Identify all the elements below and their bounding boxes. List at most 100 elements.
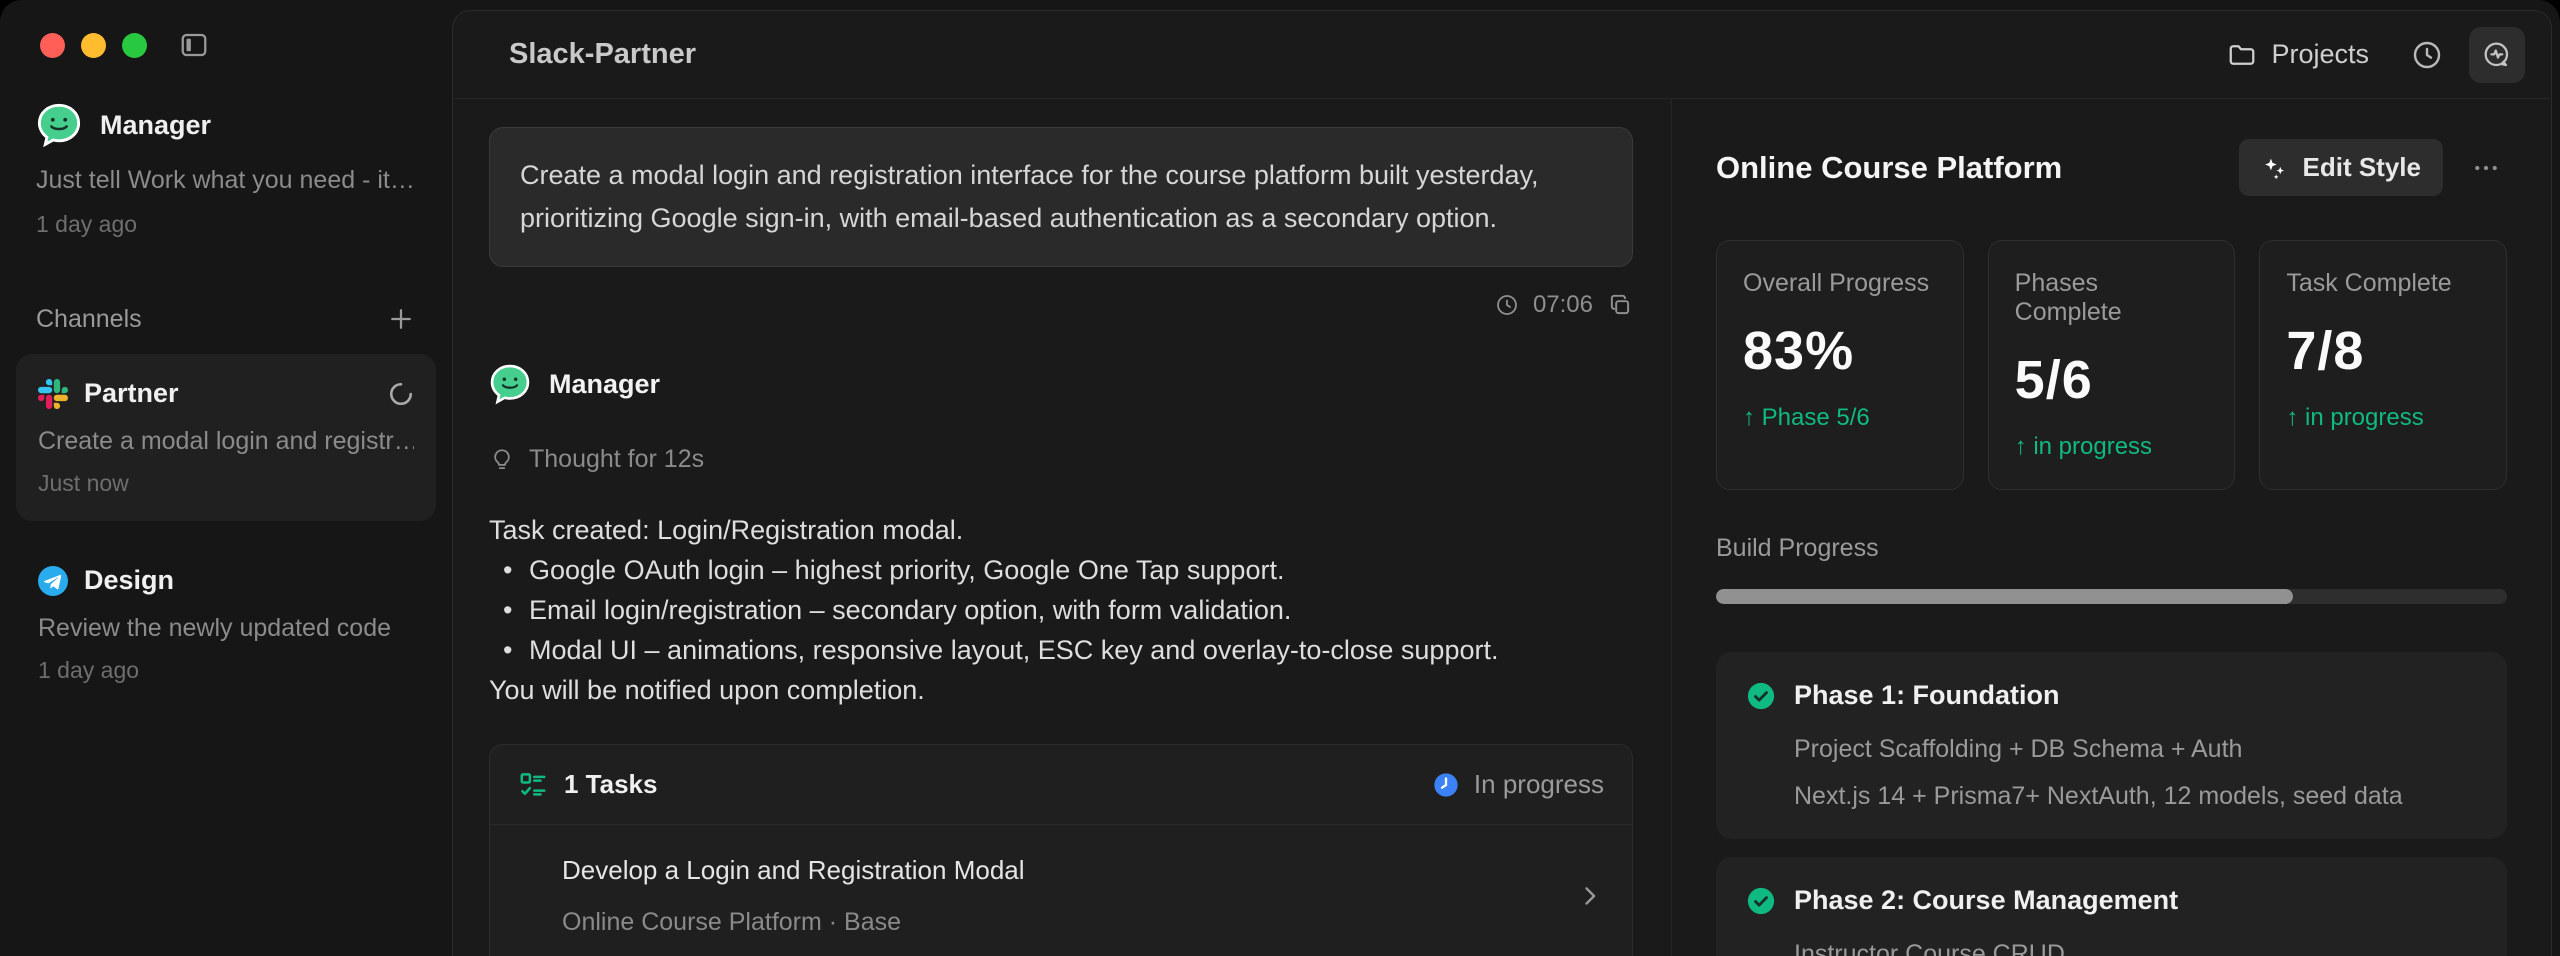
bullet-item: Email login/registration – secondary opt… xyxy=(503,590,1633,630)
task-title: Develop a Login and Registration Modal xyxy=(562,855,1025,886)
sidebar-item-partner[interactable]: Partner Create a modal login and registr… xyxy=(16,354,436,521)
sidebar-item-design[interactable]: Design Review the newly updated code 1 d… xyxy=(16,541,436,708)
response-bullets: Google OAuth login – highest priority, G… xyxy=(489,550,1633,670)
phase-card-1[interactable]: Phase 1: Foundation Project Scaffolding … xyxy=(1716,652,2507,839)
edit-style-label: Edit Style xyxy=(2303,152,2421,183)
task-status-badge: In progress xyxy=(1432,769,1604,800)
header-actions: Projects xyxy=(2211,27,2525,83)
project-panel-header: Online Course Platform Edit Style xyxy=(1716,139,2507,196)
manager-time: 1 day ago xyxy=(36,211,416,238)
message-meta: 07:06 xyxy=(489,291,1633,319)
clock-icon xyxy=(2411,39,2443,71)
thought-label: Thought for 12s xyxy=(529,445,704,474)
projects-button[interactable]: Projects xyxy=(2211,27,2385,82)
phase-line1: Instructor Course CRUD xyxy=(1794,940,2477,956)
app-window: Manager Just tell Work what you need - i… xyxy=(0,0,2560,956)
channel-subtitle: Create a modal login and registr… xyxy=(38,427,414,456)
stat-card-phases-complete: Phases Complete 5/6 ↑ in progress xyxy=(1988,240,2236,490)
manager-entry[interactable]: Manager Just tell Work what you need - i… xyxy=(0,102,452,238)
task-card-header: 1 Tasks In progress xyxy=(490,745,1632,825)
check-circle-icon xyxy=(1746,681,1776,711)
phase-list: Phase 1: Foundation Project Scaffolding … xyxy=(1716,652,2507,956)
channels-label: Channels xyxy=(36,305,142,334)
user-message: Create a modal login and registration in… xyxy=(489,127,1633,267)
manager-name: Manager xyxy=(100,110,211,141)
sidebar-toggle-icon[interactable] xyxy=(177,28,211,62)
channel-time: Just now xyxy=(38,470,414,497)
build-progress-fill xyxy=(1716,589,2293,604)
task-meta: Online Course Platform · Base xyxy=(562,908,1025,937)
zoom-window-button[interactable] xyxy=(122,33,147,58)
sidebar: Manager Just tell Work what you need - i… xyxy=(0,0,452,956)
titlebar xyxy=(0,0,452,90)
minimize-window-button[interactable] xyxy=(81,33,106,58)
main-header: Slack-Partner Projects xyxy=(453,11,2551,99)
task-row[interactable]: Develop a Login and Registration Modal O… xyxy=(490,825,1632,956)
bullet-item: Google OAuth login – highest priority, G… xyxy=(503,550,1633,590)
copy-icon[interactable] xyxy=(1607,292,1633,318)
stat-delta: ↑ Phase 5/6 xyxy=(1743,404,1937,432)
manager-avatar-icon xyxy=(36,102,82,148)
project-panel: Online Course Platform Edit Style xyxy=(1671,99,2551,956)
channel-subtitle: Review the newly updated code xyxy=(38,614,414,643)
task-list-icon xyxy=(518,770,548,800)
phase-card-2[interactable]: Phase 2: Course Management Instructor Co… xyxy=(1716,857,2507,956)
thought-row[interactable]: Thought for 12s xyxy=(489,445,1633,474)
project-title: Online Course Platform xyxy=(1716,150,2062,186)
build-progress-bar xyxy=(1716,589,2507,604)
stat-value: 5/6 xyxy=(2015,349,2209,411)
task-status-label: In progress xyxy=(1474,769,1604,800)
in-progress-clock-icon xyxy=(1432,771,1460,799)
agent-name: Manager xyxy=(549,369,660,400)
agent-header: Manager xyxy=(489,363,1633,405)
more-options-button[interactable] xyxy=(2465,147,2507,189)
close-window-button[interactable] xyxy=(40,33,65,58)
channels-header: Channels xyxy=(0,304,452,334)
phase-title: Phase 1: Foundation xyxy=(1794,680,2060,711)
task-card: 1 Tasks In progress xyxy=(489,744,1633,956)
projects-label: Projects xyxy=(2271,39,2369,70)
folder-icon xyxy=(2227,40,2257,70)
channel-name-partner: Partner xyxy=(84,378,372,409)
stat-value: 7/8 xyxy=(2286,320,2480,382)
response-intro: Task created: Login/Registration modal. xyxy=(489,510,1633,550)
chat-area: Create a modal login and registration in… xyxy=(453,99,1671,956)
stat-card-overall-progress: Overall Progress 83% ↑ Phase 5/6 xyxy=(1716,240,1964,490)
channel-time: 1 day ago xyxy=(38,657,414,684)
stat-label: Phases Complete xyxy=(2015,269,2209,327)
message-timestamp: 07:06 xyxy=(1533,291,1593,319)
page-title: Slack-Partner xyxy=(509,38,696,71)
edit-style-button[interactable]: Edit Style xyxy=(2239,139,2443,196)
task-count-label: 1 Tasks xyxy=(564,769,657,800)
phase-title: Phase 2: Course Management xyxy=(1794,885,2178,916)
clock-icon xyxy=(1495,293,1519,317)
stat-delta: ↑ in progress xyxy=(2286,404,2480,432)
bullet-item: Modal UI – animations, responsive layout… xyxy=(503,630,1633,670)
stats-row: Overall Progress 83% ↑ Phase 5/6 Phases … xyxy=(1716,240,2507,490)
traffic-lights xyxy=(40,33,147,58)
phase-line2: Next.js 14 + Prisma7+ NextAuth, 12 model… xyxy=(1794,782,2477,811)
chevron-right-icon xyxy=(1576,882,1604,910)
add-channel-button[interactable] xyxy=(386,304,416,334)
response-outro: You will be notified upon completion. xyxy=(489,670,1633,710)
activity-panel-button[interactable] xyxy=(2469,27,2525,83)
stat-delta: ↑ in progress xyxy=(2015,433,2209,461)
history-button[interactable] xyxy=(2399,27,2455,83)
lightbulb-icon xyxy=(489,447,515,473)
sparkles-icon xyxy=(2261,154,2289,182)
agent-response: Task created: Login/Registration modal. … xyxy=(489,510,1633,710)
check-circle-icon xyxy=(1746,886,1776,916)
stat-label: Overall Progress xyxy=(1743,269,1937,298)
manager-subtitle: Just tell Work what you need - it… xyxy=(36,166,416,195)
slack-icon xyxy=(38,379,68,409)
stat-label: Task Complete xyxy=(2286,269,2480,298)
stat-card-task-complete: Task Complete 7/8 ↑ in progress xyxy=(2259,240,2507,490)
channel-name-design: Design xyxy=(84,565,414,596)
main-panel: Slack-Partner Projects xyxy=(452,10,2552,956)
stat-value: 83% xyxy=(1743,320,1937,382)
manager-avatar-icon xyxy=(489,363,531,405)
activity-bubble-icon xyxy=(2481,39,2513,71)
telegram-icon xyxy=(38,566,68,596)
loading-spinner-icon xyxy=(388,381,414,407)
phase-line1: Project Scaffolding + DB Schema + Auth xyxy=(1794,735,2477,764)
